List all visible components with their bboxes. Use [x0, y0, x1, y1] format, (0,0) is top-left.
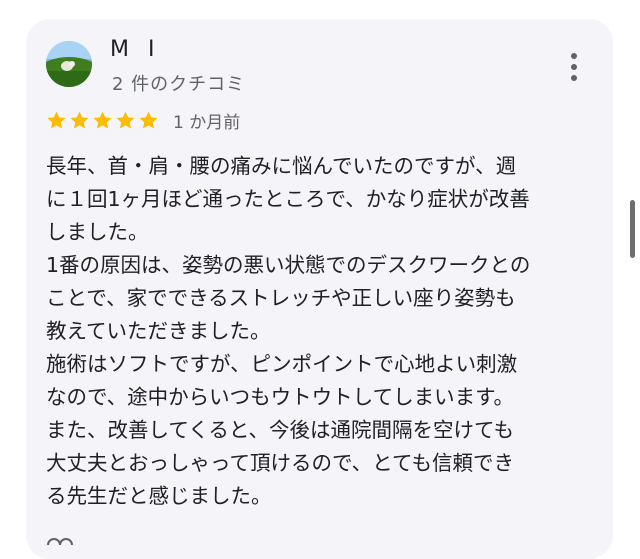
star-rating: [46, 110, 159, 131]
review-text-line: に１回1ヶ月ほど通ったところで、かなり症状が改善: [46, 187, 530, 211]
review-text: 長年、首・肩・腰の痛みに悩んでいたのですが、週 に１回1ヶ月ほど通ったところで、か…: [46, 150, 606, 513]
review-text-line: 長年、首・肩・腰の痛みに悩んでいたのですが、週: [46, 154, 517, 178]
review-text-line: 施術はソフトですが、ピンポイントで心地よい刺激: [46, 352, 518, 376]
review-text-line: る先生だと感じました。: [46, 484, 272, 508]
review-text-line: なので、途中からいつもウトウトしてしまいます。: [46, 385, 515, 409]
review-text-line: 1番の原因は、姿勢の悪い状態でのデスクワークとの: [46, 253, 531, 277]
review-card: M I 2 件のクチコミ 1 か月前 長年、首・肩・腰の痛みに悩んでいたのですが…: [26, 19, 613, 559]
star-icon: [70, 111, 89, 129]
reaction-icon[interactable]: [46, 530, 74, 546]
rating-row: 1 か月前: [46, 107, 240, 133]
review-text-line: 教えていただきました。: [46, 319, 271, 343]
star-icon: [116, 111, 135, 129]
review-date: 1 か月前: [173, 112, 241, 133]
scrollbar-thumb[interactable]: [630, 200, 635, 258]
avatar[interactable]: [46, 41, 92, 87]
review-text-line: また、改善してくると、今後は通院間隔を空けても: [46, 418, 515, 442]
reviewer-review-count: 2 件のクチコミ: [112, 74, 246, 95]
star-icon: [47, 111, 66, 129]
review-text-line: 大丈夫とおっしゃって頂けるので、とても信頼でき: [46, 451, 515, 475]
star-icon: [93, 111, 112, 129]
review-text-line: ことで、家でできるストレッチや正しい座り姿勢も: [46, 286, 516, 310]
reviewer-name[interactable]: M I: [110, 37, 160, 62]
more-vert-icon[interactable]: [562, 49, 586, 85]
avatar-image: [46, 41, 92, 87]
star-icon: [139, 111, 158, 129]
review-text-line: しました。: [46, 220, 149, 244]
